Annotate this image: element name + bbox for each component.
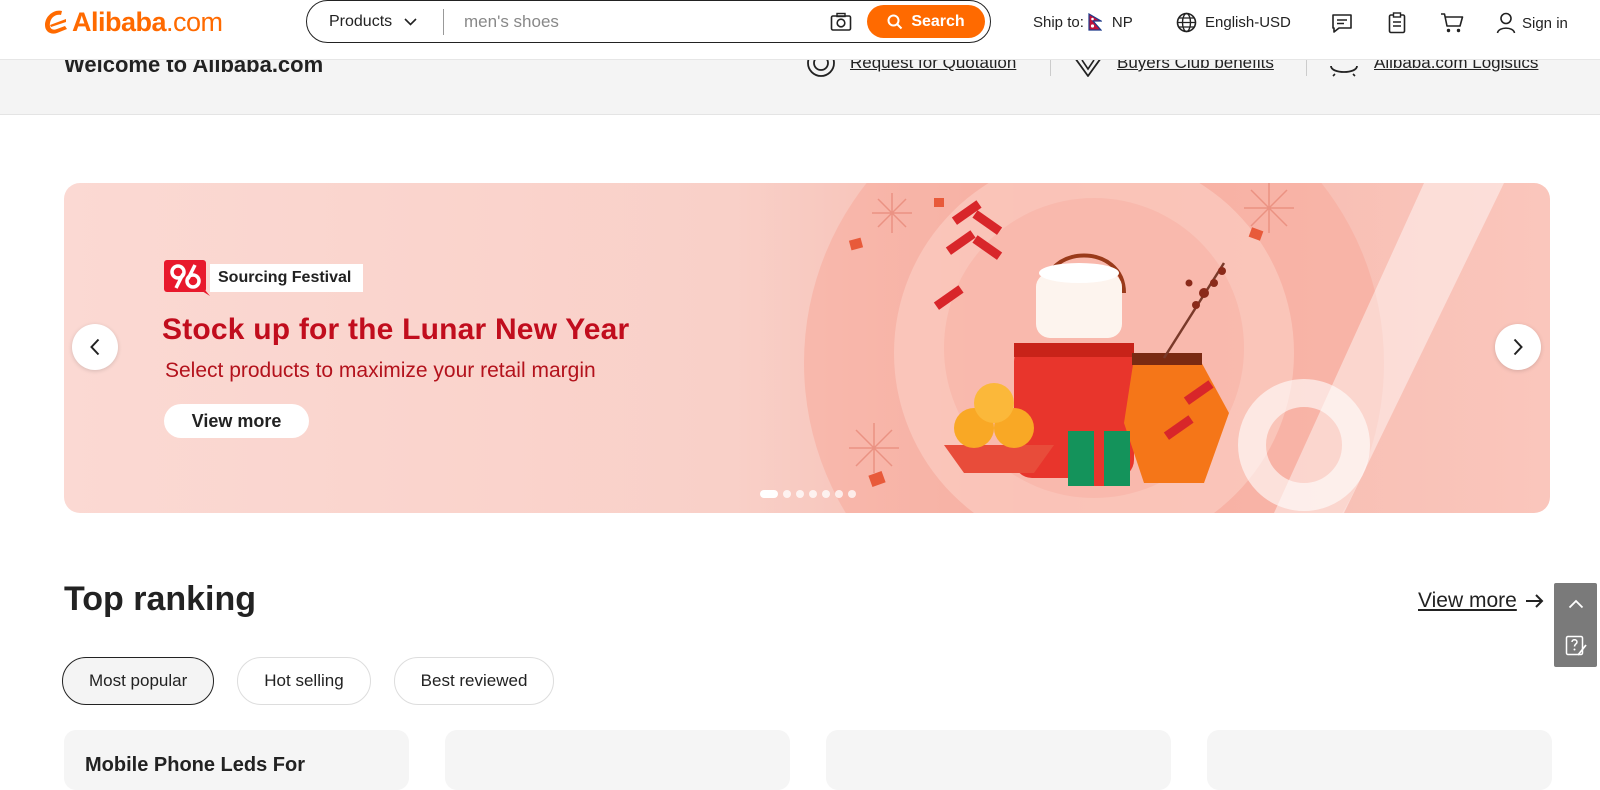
sign-in-link[interactable]: Sign in [1496,11,1568,35]
ranking-card[interactable] [826,730,1171,790]
search-button-label: Search [911,12,965,30]
lunar-new-year-illustration [804,183,1504,513]
camera-icon [830,12,852,31]
search-icon [887,14,903,29]
carousel-dot[interactable] [848,490,856,498]
alibaba-logo-icon [45,10,67,34]
request-quotation-label[interactable]: Request for Quotation [850,60,1016,73]
sourcing-festival-badge: Sourcing Festival [164,260,364,296]
tab-best-reviewed[interactable]: Best reviewed [393,657,555,705]
search-bar: Products Search [306,0,991,43]
logistics-icon [1330,65,1358,77]
chevron-right-icon [1513,338,1523,356]
messages-button[interactable] [1329,10,1355,36]
ranking-tabs: Most popular Hot selling Best reviewed [62,657,577,705]
arrow-right-icon [1525,594,1544,608]
request-quotation-link[interactable]: Request for Quotation [806,60,1016,78]
ship-to-selector[interactable]: Ship to: NP [1033,10,1133,34]
buyers-club-label[interactable]: Buyers Club benefits [1117,60,1274,73]
search-category-select[interactable]: Products [307,13,443,31]
ship-to-label: Ship to: [1033,13,1084,31]
carousel-dot[interactable] [796,490,804,498]
logo-domain-suffix: .com [166,6,223,37]
welcome-bar: Welcome to Alibaba.com Request for Quota… [0,60,1600,115]
ranking-cards: Mobile Phone Leds For [64,730,1552,790]
language-label: English-USD [1205,13,1291,31]
search-input[interactable] [444,11,821,32]
view-more-label: View more [1418,589,1517,612]
banner-title: Stock up for the Lunar New Year [162,313,630,346]
chevron-down-icon [404,17,417,26]
link-divider [1306,60,1307,76]
top-ranking-title: Top ranking [64,580,257,618]
sign-in-label: Sign in [1522,14,1568,32]
top-header: Alibaba.com Products Search Ship t [0,0,1600,60]
feedback-icon [1565,635,1587,656]
ranking-card[interactable]: Mobile Phone Leds For [64,730,409,790]
carousel-dot[interactable] [835,490,843,498]
banner-next-button[interactable] [1495,324,1541,370]
back-to-top-button[interactable] [1554,583,1597,625]
badge-label: Sourcing Festival [210,264,364,292]
ranking-card-title: Mobile Phone Leds For [85,754,306,776]
logo-wordmark: Alibaba.com [72,6,223,37]
target-icon [807,60,835,77]
ranking-card[interactable] [445,730,790,790]
chevron-up-icon [1568,599,1583,609]
cart-icon [1441,13,1464,33]
tab-hot-selling[interactable]: Hot selling [237,657,371,705]
banner-subtitle: Select products to maximize your retail … [165,359,596,382]
clipboard-icon [1388,12,1406,34]
floating-toolbar [1554,583,1597,667]
festival-logo-icon [164,260,210,296]
globe-icon [1176,12,1197,32]
search-category-label: Products [329,12,393,30]
banner-view-more-button[interactable]: View more [164,404,309,438]
logistics-label[interactable]: Alibaba.com Logistics [1374,60,1538,73]
carousel-dot[interactable] [760,490,778,498]
search-button[interactable]: Search [867,5,985,38]
feedback-button[interactable] [1554,625,1597,667]
banner-prev-button[interactable] [72,324,118,370]
carousel-indicators [760,490,861,498]
orders-button[interactable] [1384,10,1410,36]
top-ranking-view-more-link[interactable]: View more [1418,589,1545,613]
carousel-dot[interactable] [783,490,791,498]
tab-most-popular[interactable]: Most popular [62,657,215,705]
language-currency-selector[interactable]: English-USD [1176,10,1291,34]
nepal-flag-icon [1088,13,1102,31]
ship-to-country: NP [1111,13,1133,31]
carousel-dot[interactable] [809,490,817,498]
image-search-button[interactable] [821,12,861,32]
promo-banner[interactable]: Sourcing Festival Stock up for the Lunar… [64,183,1550,513]
ranking-card[interactable] [1207,730,1552,790]
user-icon [1496,12,1516,34]
cart-button[interactable] [1439,10,1465,36]
buyers-club-link[interactable]: Buyers Club benefits [1073,60,1274,78]
logistics-link[interactable]: Alibaba.com Logistics [1328,60,1538,78]
message-icon [1332,14,1352,33]
chevron-left-icon [90,338,100,356]
alibaba-logo[interactable]: Alibaba.com [42,4,223,40]
festival-logo [164,260,212,296]
carousel-dot[interactable] [822,490,830,498]
link-divider [1050,60,1051,76]
welcome-title: Welcome to Alibaba.com [64,60,324,77]
diamond-icon [1075,60,1101,77]
